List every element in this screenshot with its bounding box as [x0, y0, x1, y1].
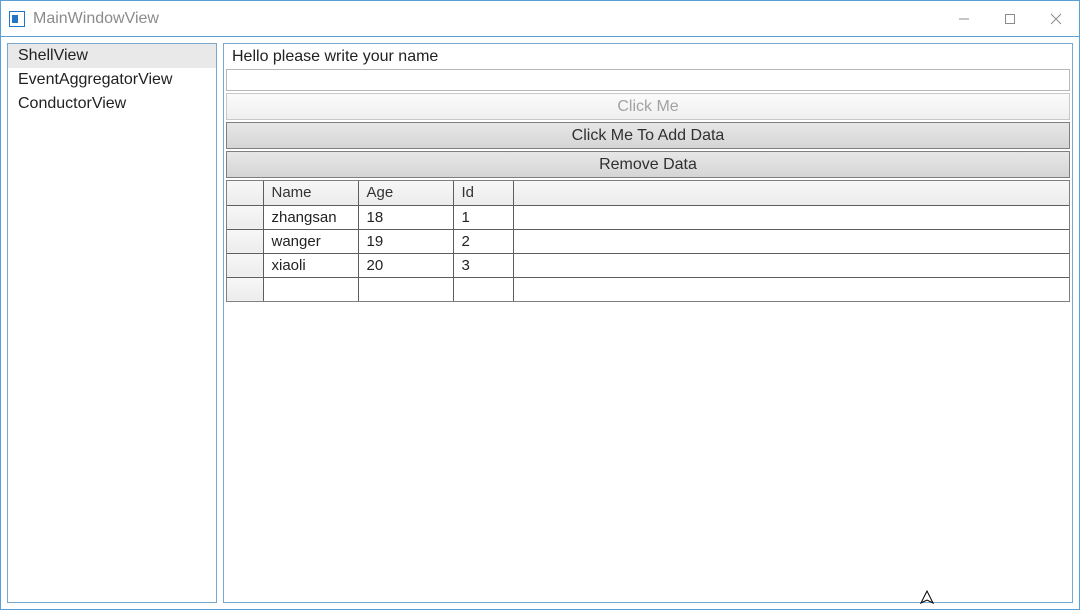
cell-blank[interactable] [513, 253, 1069, 277]
titlebar[interactable]: MainWindowView [1, 1, 1079, 37]
maximize-icon [1004, 13, 1016, 25]
table-row[interactable]: wanger192 [227, 229, 1069, 253]
name-input[interactable] [226, 69, 1070, 91]
cell-name[interactable]: zhangsan [263, 205, 358, 229]
column-header-blank[interactable] [513, 181, 1069, 205]
click-me-label: Click Me [617, 98, 678, 116]
cell-name[interactable]: wanger [263, 229, 358, 253]
row-header[interactable] [227, 277, 263, 301]
sidebar-item-eventaggregatorview[interactable]: EventAggregatorView [8, 68, 216, 92]
cell-blank[interactable] [513, 205, 1069, 229]
cell-age[interactable] [358, 277, 453, 301]
row-header[interactable] [227, 253, 263, 277]
app-window: MainWindowView ShellViewEventAggregatorV… [0, 0, 1080, 610]
app-icon [9, 11, 25, 27]
grid-corner[interactable] [227, 181, 263, 205]
cell-id[interactable]: 1 [453, 205, 513, 229]
cell-name[interactable]: xiaoli [263, 253, 358, 277]
cell-id[interactable] [453, 277, 513, 301]
column-header-id[interactable]: Id [453, 181, 513, 205]
maximize-button[interactable] [987, 1, 1033, 36]
sidebar-item-conductorview[interactable]: ConductorView [8, 92, 216, 116]
remove-data-button[interactable]: Remove Data [226, 151, 1070, 178]
cell-blank[interactable] [513, 277, 1069, 301]
sidebar[interactable]: ShellViewEventAggregatorViewConductorVie… [7, 43, 217, 603]
remove-data-label: Remove Data [599, 156, 697, 174]
table-row[interactable]: zhangsan181 [227, 205, 1069, 229]
close-icon [1050, 13, 1062, 25]
table-row[interactable]: xiaoli203 [227, 253, 1069, 277]
cell-age[interactable]: 19 [358, 229, 453, 253]
add-data-label: Click Me To Add Data [572, 127, 725, 145]
window-controls [941, 1, 1079, 36]
minimize-button[interactable] [941, 1, 987, 36]
cell-age[interactable]: 20 [358, 253, 453, 277]
cell-id[interactable]: 2 [453, 229, 513, 253]
column-header-age[interactable]: Age [358, 181, 453, 205]
table-new-row[interactable] [227, 277, 1069, 301]
main-panel: Hello please write your name Click Me Cl… [223, 43, 1073, 603]
name-prompt-label: Hello please write your name [224, 44, 1072, 68]
row-header[interactable] [227, 229, 263, 253]
data-grid[interactable]: Name Age Id zhangsan181wanger192xiaoli20… [226, 180, 1070, 302]
window-title: MainWindowView [33, 10, 159, 28]
client-area: ShellViewEventAggregatorViewConductorVie… [1, 37, 1079, 609]
column-header-name[interactable]: Name [263, 181, 358, 205]
grid-header-row: Name Age Id [227, 181, 1069, 205]
minimize-icon [958, 13, 970, 25]
cell-age[interactable]: 18 [358, 205, 453, 229]
sidebar-item-shellview[interactable]: ShellView [8, 44, 216, 68]
close-button[interactable] [1033, 1, 1079, 36]
cell-name[interactable] [263, 277, 358, 301]
click-me-button[interactable]: Click Me [226, 93, 1070, 120]
add-data-button[interactable]: Click Me To Add Data [226, 122, 1070, 149]
row-header[interactable] [227, 205, 263, 229]
cell-blank[interactable] [513, 229, 1069, 253]
cell-id[interactable]: 3 [453, 253, 513, 277]
